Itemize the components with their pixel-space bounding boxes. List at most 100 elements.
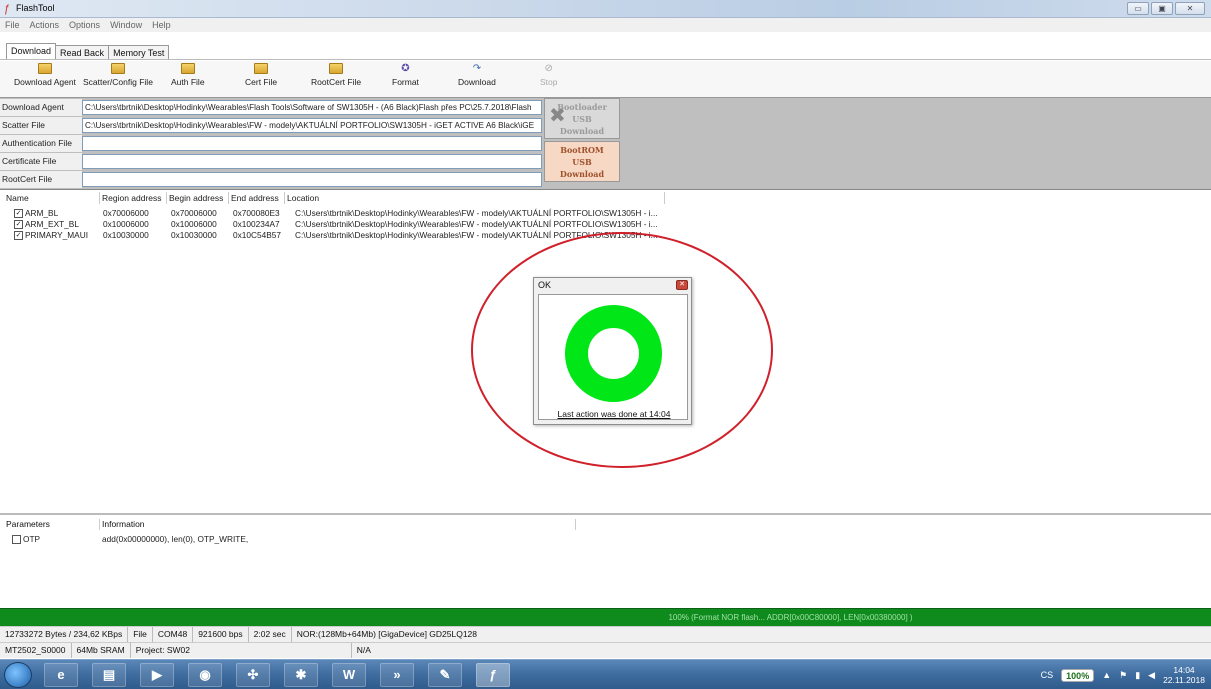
signal-icon[interactable]: ▮ [1135,670,1140,681]
transfer-stats: 12733272 Bytes / 234,62 KBps [0,627,129,642]
battery-indicator[interactable]: 100% [1061,668,1095,682]
app-red-icon[interactable]: ✱ [284,663,318,687]
bootrom-label: BootROM [560,145,604,155]
dialog-close-button[interactable]: ✕ [676,280,688,290]
format-button[interactable]: ✪ Format [392,63,419,87]
menu-file[interactable]: File [5,18,20,32]
cert-file-button[interactable]: Cert File [245,63,277,87]
rootcert-file-label: RootCert File [311,77,362,87]
tab-memory-test[interactable]: Memory Test [108,45,170,60]
download-agent-button[interactable]: Download Agent [14,63,76,87]
auth-file-field-label: Authentication File [0,135,82,152]
cert-file-field[interactable] [82,154,542,169]
bootrom-download-label: Download [559,169,605,179]
tab-strip: Download Read Back Memory Test [6,32,170,60]
tray-arrow-icon[interactable]: ▲ [1102,670,1111,680]
scatter-file-row: Scatter File C:\Users\tbrtnik\Desktop\Ho… [0,117,545,134]
row-region: 0x70006000 [103,208,149,218]
dialog-body: Last action was done at 14:04 [538,294,688,420]
menu-help[interactable]: Help [152,18,171,32]
otp-checkbox[interactable] [12,535,21,544]
status-elapsed: 2:02 sec [249,627,292,642]
col-parameters[interactable]: Parameters [4,519,100,530]
auth-file-field[interactable] [82,136,542,151]
status-com-port: COM48 [153,627,194,642]
flag-icon[interactable]: ⚑ [1119,670,1127,681]
status-project: Project: SW02 [131,643,352,658]
cert-file-row: Certificate File [0,153,545,170]
chrome-icon[interactable]: ◉ [188,663,222,687]
col-name[interactable]: Name [4,192,100,204]
download-agent-row: Download Agent C:\Users\tbrtnik\Desktop\… [0,99,545,116]
app-arrows-icon[interactable]: » [380,663,414,687]
ok-dialog: OK ✕ Last action was done at 14:04 [533,277,692,425]
menu-window[interactable]: Window [110,18,142,32]
table-row[interactable]: ✓ ARM_BL 0x70006000 0x70006000 0x700080E… [14,208,658,219]
scatter-file-button[interactable]: Scatter/Config File [83,63,153,87]
col-begin-address[interactable]: Begin address [167,192,229,204]
menu-options[interactable]: Options [69,18,100,32]
row-name: ARM_EXT_BL [25,219,79,229]
dialog-title: OK [538,280,552,290]
flashtool-icon[interactable]: ƒ [476,663,510,687]
auth-file-button[interactable]: Auth File [171,63,205,87]
status-flash-info: NOR:(128Mb+64Mb) [GigaDevice] GD25LQ128 [296,629,478,639]
rootcert-file-field-label: RootCert File [0,171,82,188]
ie-icon[interactable]: e [44,663,78,687]
language-indicator[interactable]: CS [1041,670,1054,680]
bootrom-usb-download-button[interactable]: BootROM USB Download [544,141,620,182]
col-location[interactable]: Location [285,192,665,204]
last-action-message: Last action was done at 14:04 [557,409,671,419]
status-bar-2: MT2502_S0000 64Mb SRAM Project: SW02 N/A [0,642,1211,658]
folder-icon [254,63,269,74]
explorer-icon[interactable]: ▤ [92,663,126,687]
close-button[interactable]: ✕ [1175,2,1205,15]
bootloader-usb-download-button[interactable]: ✖ Bootloader USB Download [544,98,620,139]
tab-read-back[interactable]: Read Back [55,45,110,60]
rootcert-file-field[interactable] [82,172,542,187]
progress-text: 100% (Format NOR flash... ADDR[0x00C8000… [668,613,913,622]
row-name: ARM_BL [25,208,59,218]
media-player-icon[interactable]: ▶ [140,663,174,687]
start-button[interactable] [4,662,32,688]
x-icon: ✖ [549,103,566,127]
tab-divider [0,59,1211,60]
folder-icon [37,63,52,74]
window-controls: ▭ ▣ ✕ [1127,2,1205,15]
row-checkbox[interactable]: ✓ [14,220,23,229]
folder-icon [329,63,344,74]
table-row[interactable]: ✓ ARM_EXT_BL 0x10006000 0x10006000 0x100… [14,219,658,230]
tab-download[interactable]: Download [6,43,57,60]
col-end-address[interactable]: End address [229,192,285,204]
row-checkbox[interactable]: ✓ [14,209,23,218]
rootcert-file-button[interactable]: RootCert File [311,63,361,87]
stop-icon: ⊘ [544,63,553,74]
status-sram: 64Mb SRAM [72,643,131,658]
stop-button[interactable]: ⊘ Stop [540,63,558,87]
table-row[interactable]: ✓ PRIMARY_MAUI 0x10030000 0x10030000 0x1… [14,230,658,241]
word-icon[interactable]: W [332,663,366,687]
clock-date: 22.11.2018 [1163,675,1205,685]
download-agent-label: Download Agent [14,77,76,87]
menu-actions[interactable]: Actions [30,18,60,32]
param-info: add(0x00000000), len(0), OTP_WRITE, [102,534,249,544]
clock[interactable]: 14:04 22.11.2018 [1163,665,1205,685]
maximize-button[interactable]: ▣ [1151,2,1173,15]
row-region: 0x10030000 [103,230,149,240]
download-agent-field[interactable]: C:\Users\tbrtnik\Desktop\Hodinky\Wearabl… [82,100,542,115]
app-paint-icon[interactable]: ✎ [428,663,462,687]
system-tray: CS 100% ▲ ⚑ ▮ ◀ 14:04 22.11.2018 [1041,662,1205,688]
scatter-file-field[interactable]: C:\Users\tbrtnik\Desktop\Hodinky\Wearabl… [82,118,542,133]
row-checkbox[interactable]: ✓ [14,231,23,240]
network-icon[interactable]: ✣ [236,663,270,687]
col-region-address[interactable]: Region address [100,192,167,204]
download-button[interactable]: ↷ Download [458,63,496,87]
col-information[interactable]: Information [100,519,576,530]
window-title: FlashTool [16,3,55,13]
minimize-button[interactable]: ▭ [1127,2,1149,15]
param-name: OTP [23,534,41,544]
volume-icon[interactable]: ◀ [1148,670,1155,681]
param-row[interactable]: OTP add(0x00000000), len(0), OTP_WRITE, [12,534,248,545]
row-location: C:\Users\tbrtnik\Desktop\Hodinky\Wearabl… [295,230,658,240]
progress-bar: 100% (Format NOR flash... ADDR[0x00C8000… [0,608,1211,626]
